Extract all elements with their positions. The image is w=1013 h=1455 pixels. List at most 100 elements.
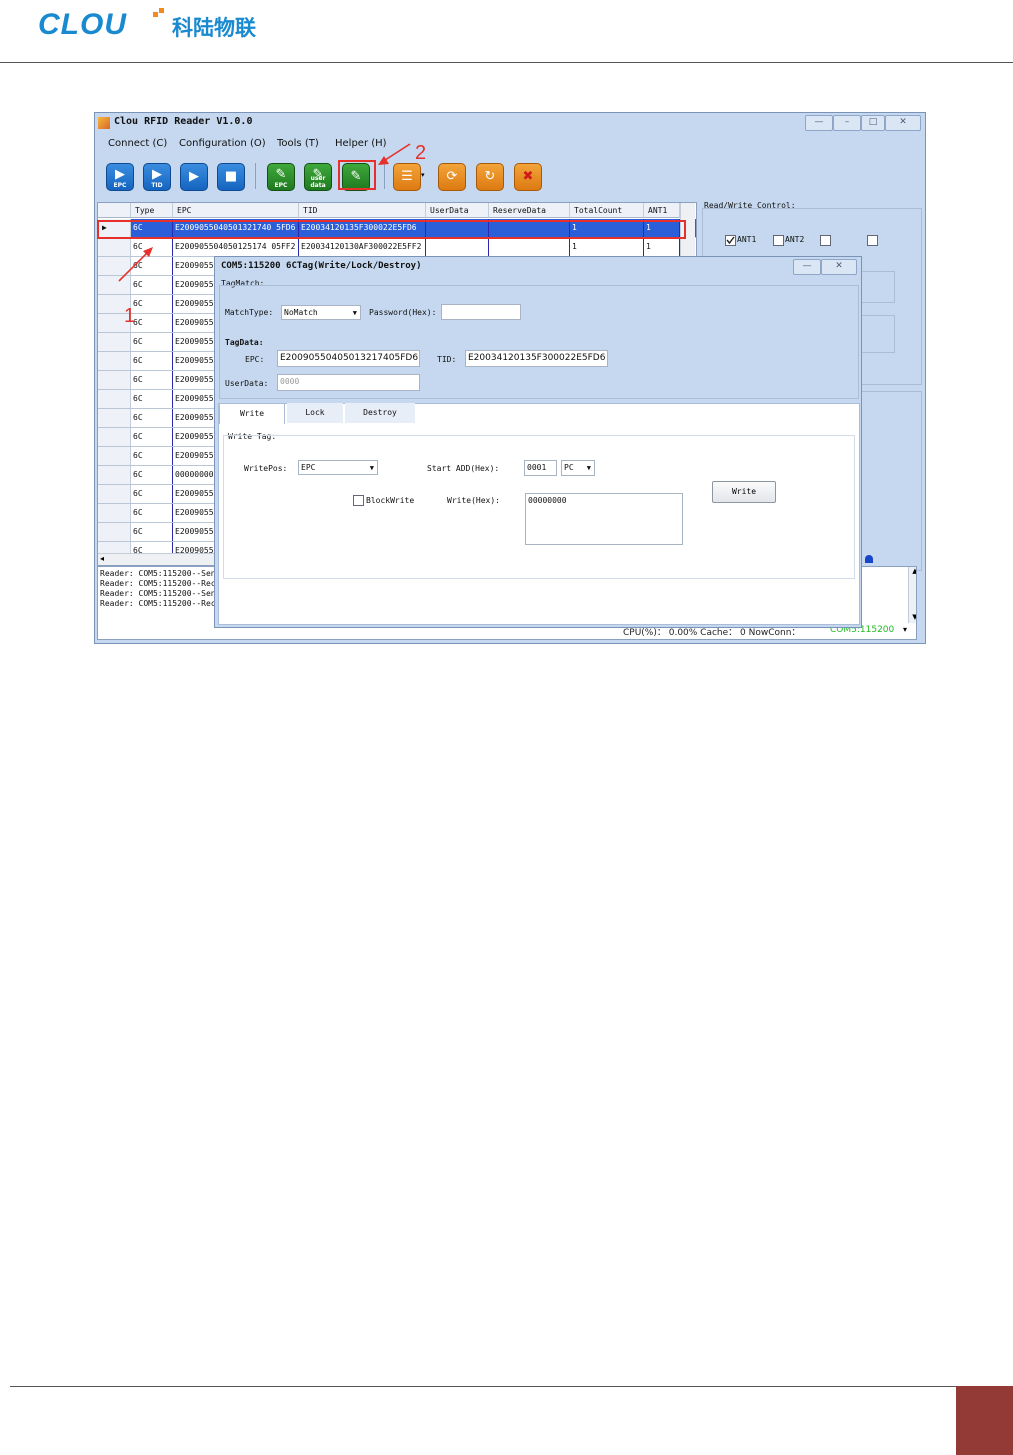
scroll-up-icon[interactable]: ▲: [909, 567, 916, 575]
cell-type: 6C: [131, 485, 173, 503]
annotation-2: 2: [415, 142, 427, 164]
startadd-input[interactable]: 0001: [524, 460, 557, 476]
tagdata-label: TagData:: [225, 338, 264, 347]
user-data-label: user data: [310, 175, 326, 189]
refresh-icon: ⟳: [446, 169, 458, 184]
dropdown-arrow-icon[interactable]: ▾: [421, 171, 425, 179]
toolbar-separator: [255, 163, 256, 189]
ant2-checkbox[interactable]: [773, 235, 784, 246]
row-indicator: [98, 390, 131, 408]
row-indicator: [98, 523, 131, 541]
menu-configuration[interactable]: Configuration (O): [179, 138, 266, 149]
row-indicator: [98, 504, 131, 522]
grid-header-userdata[interactable]: UserData: [426, 203, 489, 218]
stop-button[interactable]: ■: [217, 163, 245, 191]
start-button[interactable]: ▶: [180, 163, 208, 191]
clear-button[interactable]: ✖: [514, 163, 542, 191]
log-line: Reader: COM5:115200--Sen: [100, 569, 216, 578]
writepos-select[interactable]: EPC ▼: [298, 460, 378, 475]
ant1-label: ANT1: [737, 235, 757, 244]
pencil-icon: ✎: [275, 167, 287, 182]
restore-button[interactable]: –: [833, 115, 861, 131]
cell-type: 6C: [131, 504, 173, 522]
close-button[interactable]: ✕: [885, 115, 921, 131]
cell-type: 6C: [131, 466, 173, 484]
cell-tid: E20034120130AF300022E5FF2: [299, 238, 426, 256]
cell-reserve: [489, 238, 570, 256]
write-epc-button[interactable]: ✎ EPC: [267, 163, 295, 191]
ant1-checkbox[interactable]: [725, 235, 736, 246]
dialog-minimize-button[interactable]: —: [793, 259, 821, 275]
grid-header-reservedata[interactable]: ReserveData: [489, 203, 570, 218]
grid-header-tid[interactable]: TID: [299, 203, 426, 218]
row-indicator: [98, 428, 131, 446]
startadd-unit-select[interactable]: PC ▼: [561, 460, 595, 476]
cell-type: 6C: [131, 390, 173, 408]
table-row[interactable]: 6C E200905504050125174 05FF2 E20034120130A…: [98, 238, 696, 257]
blockwrite-label: BlockWrite: [366, 496, 415, 505]
read-epc-button[interactable]: ▶ EPC: [106, 163, 134, 191]
menu-tools[interactable]: Tools (T): [277, 138, 319, 149]
epc-label: EPC:: [245, 355, 265, 364]
grid-header-ant1[interactable]: ANT1: [644, 203, 680, 218]
chevron-down-icon: ▼: [586, 464, 591, 472]
log-scrollbar[interactable]: ▲ ▼: [908, 567, 916, 623]
startadd-unit-value: PC: [564, 463, 574, 472]
ant2-label: ANT2: [785, 235, 805, 244]
dialog-title: COM5:115200 6CTag(Write/Lock/Destroy): [221, 261, 422, 271]
writehex-textarea[interactable]: 00000000: [525, 493, 683, 545]
ant3-checkbox[interactable]: [820, 235, 831, 246]
row-indicator: [98, 447, 131, 465]
chevron-down-icon: ▼: [369, 464, 374, 472]
app-icon: [98, 117, 110, 129]
write-epc-label: EPC: [274, 182, 288, 189]
writepos-value: EPC: [301, 463, 316, 472]
scroll-left-icon[interactable]: ◂: [100, 554, 104, 563]
list-icon: ☰: [401, 169, 413, 184]
reset-button[interactable]: ↻: [476, 163, 504, 191]
tab-write[interactable]: Write: [219, 403, 285, 424]
row-indicator: [98, 371, 131, 389]
grid-header-indicator: [98, 203, 131, 218]
blockwrite-checkbox[interactable]: [353, 495, 364, 506]
scroll-down-icon[interactable]: ▼: [909, 613, 916, 621]
menu-connect[interactable]: Connect (C): [108, 138, 167, 149]
epc-input[interactable]: E20090550405013217405FD6: [277, 350, 420, 367]
write-user-data-button[interactable]: ✎ user data: [304, 163, 332, 191]
refresh-button[interactable]: ⟳: [438, 163, 466, 191]
cell-epc: E200905504050125174 05FF2: [173, 238, 299, 256]
dropdown-arrow-icon[interactable]: ▾: [903, 625, 907, 634]
tid-label: TID:: [437, 355, 457, 364]
logo-mark-icon: [153, 8, 164, 17]
password-input[interactable]: [441, 304, 521, 320]
tab-destroy[interactable]: Destroy: [345, 403, 415, 423]
play-icon: ▶: [152, 167, 162, 182]
dialog-close-button[interactable]: ✕: [821, 259, 857, 275]
grid-header-totalcount[interactable]: TotalCount: [570, 203, 644, 218]
userdata-input[interactable]: 0000: [277, 374, 420, 391]
log-line: Reader: COM5:115200--Rec: [100, 579, 216, 588]
tid-input[interactable]: E20034120135F300022E5FD6: [465, 350, 608, 367]
read-tid-button[interactable]: ▶ TID: [143, 163, 171, 191]
cell-type: 6C: [131, 409, 173, 427]
matchtype-select[interactable]: NoMatch ▼: [281, 305, 361, 320]
startadd-label: Start ADD(Hex):: [427, 464, 500, 473]
grid-header-epc[interactable]: EPC: [173, 203, 299, 218]
tab-lock[interactable]: Lock: [287, 403, 343, 423]
maximize-button[interactable]: □: [861, 115, 885, 131]
cell-userdata: [426, 238, 489, 256]
write-button[interactable]: Write: [712, 481, 776, 503]
check-icon: [726, 236, 735, 245]
row-indicator: [98, 485, 131, 503]
stop-icon: ■: [224, 169, 238, 184]
footer-divider: [10, 1386, 1013, 1387]
grid-header-type[interactable]: Type: [131, 203, 173, 218]
header-divider: [0, 62, 1013, 63]
progress-indicator: [865, 555, 873, 563]
ant4-checkbox[interactable]: [867, 235, 878, 246]
matchtype-label: MatchType:: [225, 308, 274, 317]
highlight-box-row: [97, 220, 686, 239]
window-title: Clou RFID Reader V1.0.0: [114, 116, 253, 127]
minimize-button[interactable]: —: [805, 115, 833, 131]
arrow-annotation-2-icon: [378, 143, 411, 165]
